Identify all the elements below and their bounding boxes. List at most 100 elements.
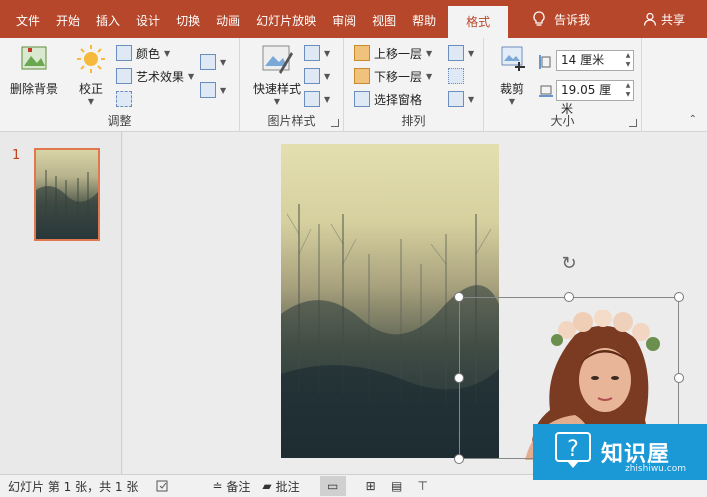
forest-thumbnail-image: [36, 170, 98, 239]
svg-text:?: ?: [567, 437, 579, 462]
send-backward-button[interactable]: 下移一层 ▼: [354, 66, 432, 86]
ribbon-tab-bar: 文件 开始 插入 设计 切换 动画 幻灯片放映 审阅 视图 帮助 格式 告诉我 …: [0, 0, 707, 38]
width-icon: [539, 85, 553, 97]
notes-label: 备注: [226, 479, 251, 494]
slide-number: 1: [12, 148, 21, 163]
chevron-down-icon: ▼: [508, 97, 516, 106]
dialog-launcher-icon[interactable]: [331, 119, 339, 127]
chevron-down-icon: ▼: [324, 48, 331, 58]
resize-handle-left[interactable]: [454, 373, 464, 383]
height-spinner[interactable]: ▲ ▼: [623, 51, 633, 70]
lightbulb-icon: [533, 11, 545, 26]
resize-handle-right[interactable]: [674, 373, 684, 383]
artistic-effects-label: 艺术效果: [136, 69, 185, 84]
tab-review[interactable]: 审阅: [324, 0, 364, 38]
quick-styles-button[interactable]: 快速样式 ▼: [248, 44, 306, 106]
bring-forward-button[interactable]: 上移一层 ▼: [354, 43, 432, 63]
group-size: 裁剪 ▼ 14 厘米 ▲ ▼ 19.05 厘米 ▲ ▼ 大小: [484, 38, 642, 132]
picture-layout-button[interactable]: ▼: [304, 89, 330, 109]
crop-label: 裁剪: [499, 82, 524, 96]
tell-me-box[interactable]: 告诉我: [532, 0, 590, 38]
picture-border-button[interactable]: ▼: [304, 43, 330, 63]
spell-check-icon[interactable]: [150, 475, 176, 497]
compress-pictures-button[interactable]: ▼: [200, 52, 226, 72]
color-icon: [116, 45, 132, 61]
width-spinner[interactable]: ▲ ▼: [623, 81, 633, 100]
height-icon: [539, 55, 551, 69]
color-label: 颜色: [136, 46, 161, 61]
tab-home[interactable]: 开始: [48, 0, 88, 38]
corrections-button[interactable]: 校正 ▼: [72, 44, 110, 106]
effects-icon: [304, 68, 320, 84]
align-button[interactable]: ▼: [448, 43, 474, 63]
slide-count-status: 幻灯片 第 1 张，共 1 张: [8, 479, 139, 494]
rotate-button[interactable]: ▼: [448, 89, 474, 109]
send-backward-icon: [354, 68, 370, 84]
person-icon: [643, 12, 657, 26]
share-button[interactable]: 共享: [643, 0, 685, 38]
resize-handle-bottom-left[interactable]: [454, 454, 464, 464]
normal-view-button[interactable]: ▭: [319, 476, 346, 496]
chevron-down-icon: ▼: [164, 48, 171, 58]
group-picture-styles: 快速样式 ▼ ▼ ▼ ▼ 图片样式: [240, 38, 344, 132]
corrections-label: 校正: [78, 82, 103, 96]
align-icon: [448, 45, 464, 61]
reading-view-button[interactable]: ▤: [384, 476, 410, 496]
tab-design[interactable]: 设计: [128, 0, 168, 38]
normal-view-icon: ▭: [327, 479, 339, 493]
height-input[interactable]: 14 厘米 ▲ ▼: [556, 50, 634, 71]
notes-button[interactable]: ≐ 备注: [206, 475, 256, 497]
width-input[interactable]: 19.05 厘米 ▲ ▼: [556, 80, 634, 116]
tab-transitions[interactable]: 切换: [168, 0, 208, 38]
chevron-down-icon: ▼: [426, 48, 433, 58]
rotate-icon: [448, 91, 464, 107]
bring-forward-icon: [354, 45, 370, 61]
question-mark-icon: ?: [555, 432, 591, 468]
chevron-down-icon: ▼: [87, 97, 95, 106]
slide-thumbnail[interactable]: [34, 148, 100, 241]
crop-icon: [501, 46, 525, 71]
slide-editor-canvas: ↻: [123, 132, 707, 474]
dialog-launcher-icon[interactable]: [629, 119, 637, 127]
chevron-down-icon: ▼: [273, 97, 281, 106]
transparency-button[interactable]: [116, 89, 132, 109]
transparency-icon: [116, 91, 132, 107]
picture-effects-button[interactable]: ▼: [304, 66, 330, 86]
remove-background-button[interactable]: 删除背景: [6, 44, 62, 97]
collapse-ribbon-icon[interactable]: ⌃: [689, 114, 697, 125]
resize-handle-top-left[interactable]: [454, 292, 464, 302]
chevron-down-icon: ▼: [468, 48, 475, 58]
selection-pane-icon: [354, 91, 370, 107]
group-objects-button[interactable]: [448, 66, 464, 86]
color-button[interactable]: 颜色 ▼: [116, 43, 170, 63]
artistic-effects-icon: [116, 68, 132, 84]
change-picture-button[interactable]: ▼: [200, 80, 226, 100]
resize-handle-top[interactable]: [564, 292, 574, 302]
tab-help[interactable]: 帮助: [404, 0, 444, 38]
resize-handle-top-right[interactable]: [674, 292, 684, 302]
chevron-down-icon: ▼: [220, 85, 227, 95]
tab-animations[interactable]: 动画: [208, 0, 248, 38]
rotate-handle-icon[interactable]: ↻: [559, 254, 579, 274]
comments-button[interactable]: ▰ 批注: [256, 475, 305, 497]
crop-button[interactable]: 裁剪 ▼: [494, 44, 530, 106]
tab-format[interactable]: 格式: [448, 6, 509, 38]
selection-pane-button[interactable]: 选择窗格: [354, 89, 422, 109]
group-arrange: 上移一层 ▼ 下移一层 ▼ 选择窗格 ▼ ▼ 排列: [344, 38, 484, 132]
tab-file[interactable]: 文件: [0, 0, 48, 38]
artistic-effects-button[interactable]: 艺术效果 ▼: [116, 66, 194, 86]
selection-pane-label: 选择窗格: [374, 92, 423, 107]
width-value: 19.05 厘米: [561, 83, 612, 116]
tab-insert[interactable]: 插入: [88, 0, 128, 38]
group-adjust-label: 调整: [107, 114, 132, 128]
slide-sorter-view-button[interactable]: ⊞: [358, 476, 384, 496]
slideshow-view-button[interactable]: ⊤: [410, 476, 436, 496]
remove-background-label: 删除背景: [9, 82, 58, 96]
tab-slideshow[interactable]: 幻灯片放映: [248, 0, 324, 38]
slide-sorter-icon: ⊞: [365, 479, 376, 493]
chevron-down-icon: ▼: [324, 71, 331, 81]
bring-forward-label: 上移一层: [374, 46, 423, 61]
notes-icon: ≐: [212, 479, 223, 493]
group-size-label: 大小: [550, 114, 575, 128]
tab-view[interactable]: 视图: [364, 0, 404, 38]
